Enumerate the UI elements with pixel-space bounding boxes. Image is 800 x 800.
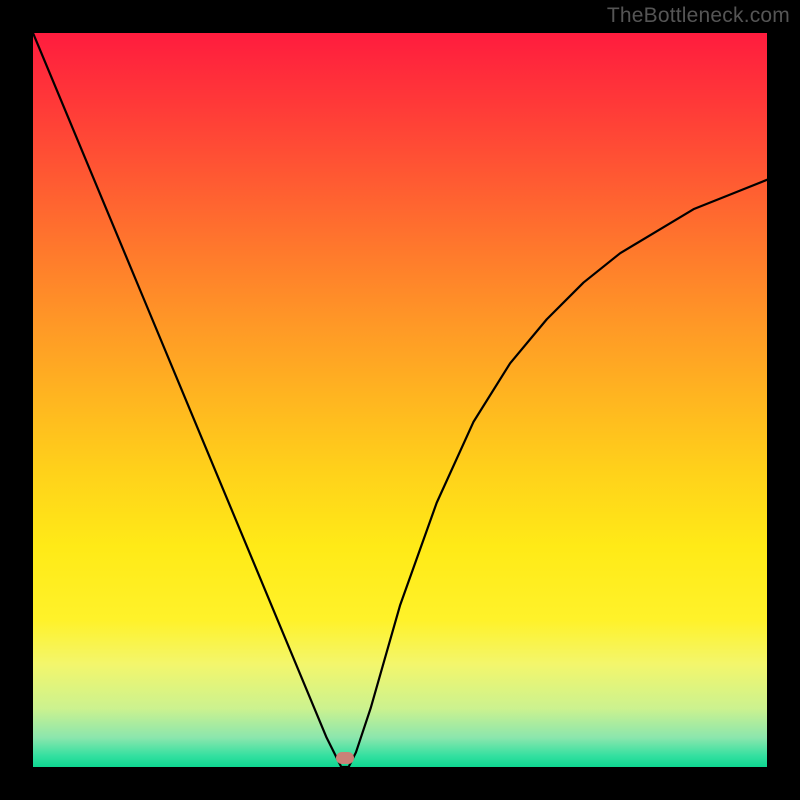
bottleneck-curve [33, 33, 767, 767]
plot-area [33, 33, 767, 767]
optimal-point-marker [336, 752, 354, 764]
chart-frame: TheBottleneck.com [0, 0, 800, 800]
attribution-text: TheBottleneck.com [607, 4, 790, 28]
